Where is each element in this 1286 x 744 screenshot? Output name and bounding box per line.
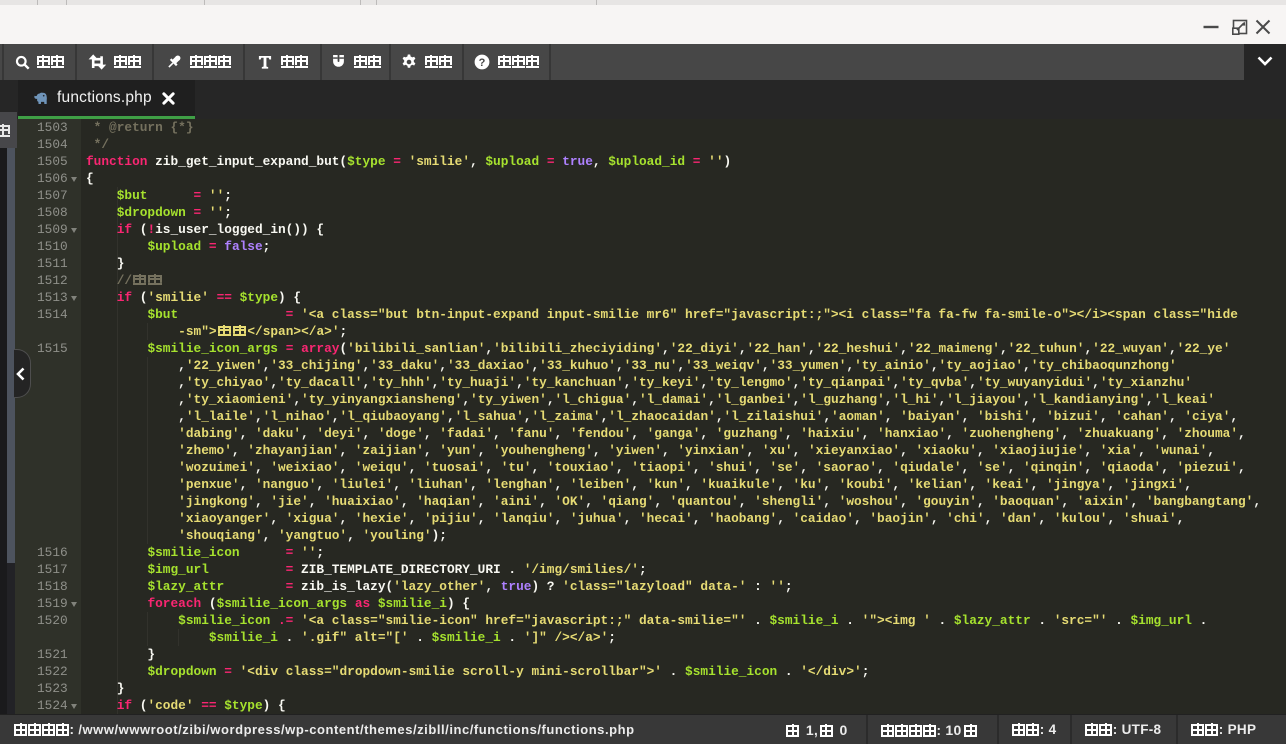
svg-text:?: ?	[479, 57, 486, 69]
